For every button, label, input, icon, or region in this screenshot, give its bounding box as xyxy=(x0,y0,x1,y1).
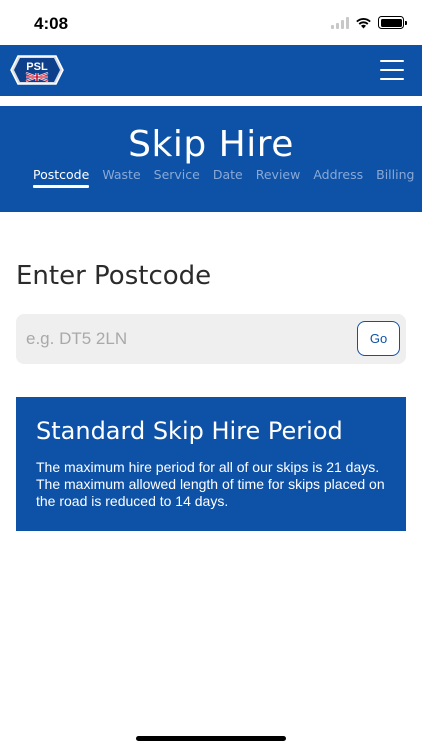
tab-date[interactable]: Date xyxy=(213,167,243,187)
psl-logo[interactable]: PSL xyxy=(10,54,64,86)
tab-service[interactable]: Service xyxy=(154,167,200,187)
app-header: PSL xyxy=(0,45,422,96)
status-time: 4:08 xyxy=(34,14,69,33)
tab-address[interactable]: Address xyxy=(313,167,363,187)
wifi-icon xyxy=(356,17,371,28)
hero-banner: Skip Hire Postcode Waste Service Date Re… xyxy=(0,106,422,212)
svg-text:PSL: PSL xyxy=(26,61,48,73)
postcode-heading: Enter Postcode xyxy=(16,261,212,291)
tab-review[interactable]: Review xyxy=(256,167,301,187)
hamburger-menu-icon[interactable] xyxy=(380,58,404,82)
home-indicator[interactable] xyxy=(136,736,286,741)
info-card-text: The maximum hire period for all of our s… xyxy=(36,459,385,509)
status-bar: 4:08 xyxy=(0,0,422,45)
postcode-input[interactable] xyxy=(26,322,346,356)
battery-icon xyxy=(378,16,407,29)
info-card-title: Standard Skip Hire Period xyxy=(36,417,343,445)
step-tabs: Postcode Waste Service Date Review Addre… xyxy=(33,167,414,188)
tab-postcode[interactable]: Postcode xyxy=(33,167,90,188)
status-icons xyxy=(331,16,407,29)
postcode-search-bar: Go xyxy=(16,314,406,364)
tab-waste[interactable]: Waste xyxy=(102,167,140,187)
info-card: Standard Skip Hire Period The maximum hi… xyxy=(16,397,406,531)
cellular-signal-icon xyxy=(331,16,349,29)
go-button[interactable]: Go xyxy=(357,321,400,356)
tab-billing[interactable]: Billing xyxy=(376,167,414,187)
page-title: Skip Hire xyxy=(128,124,294,165)
